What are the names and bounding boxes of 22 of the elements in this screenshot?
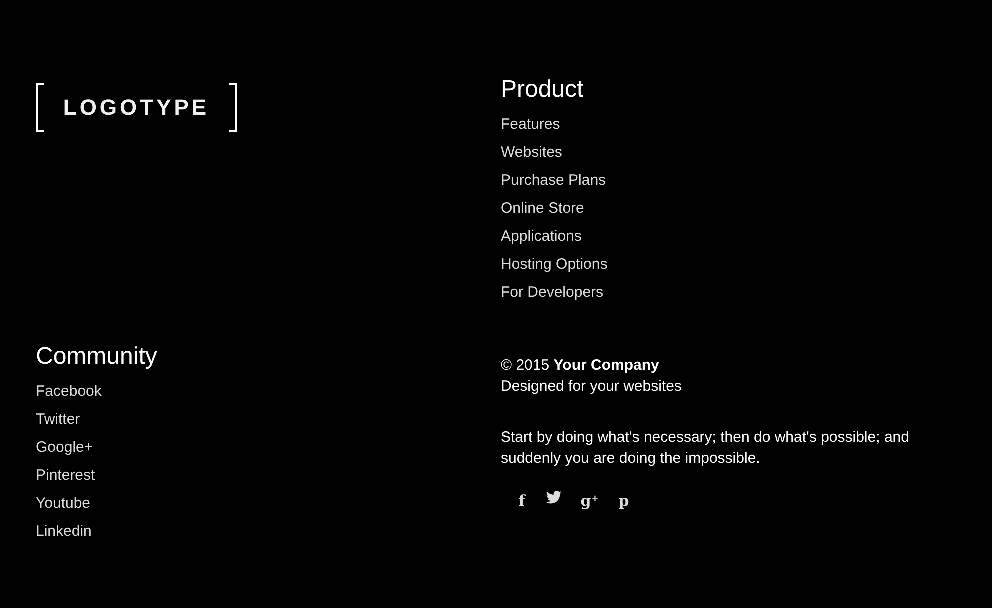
section-heading: Community (36, 342, 158, 372)
footer-link[interactable]: Twitter (36, 406, 80, 434)
social-icon[interactable]: p (614, 490, 634, 511)
footer-link[interactable]: Hosting Options (501, 250, 608, 279)
copyright-text: © 2015 Your Company (501, 356, 660, 376)
section-heading: Product (501, 76, 585, 105)
footer-link[interactable]: Purchase Plans (501, 166, 606, 195)
footer-link[interactable]: Linkedin (36, 518, 92, 546)
footer-link[interactable]: Features (501, 110, 560, 139)
footer-link[interactable]: Online Store (501, 194, 584, 223)
social-icon[interactable]: g⁺ (580, 490, 600, 511)
quote-text: Start by doing what's necessary; then do what's possible; and suddenly you are doing the impossible. (501, 428, 910, 469)
tagline-text: Designed for your websites (501, 376, 683, 397)
footer-link[interactable]: Google+ (36, 434, 94, 462)
footer-link[interactable]: Youtube (36, 490, 91, 518)
logo: LOGOTYPE (36, 83, 237, 132)
social-icon[interactable]: f (512, 490, 532, 511)
footer-link[interactable]: Facebook (36, 378, 102, 406)
footer-link[interactable]: Applications (501, 222, 582, 251)
footer-link[interactable]: For Developers (501, 278, 604, 307)
footer-link[interactable]: Pinterest (36, 462, 96, 490)
footer-link[interactable]: Websites (501, 138, 562, 167)
